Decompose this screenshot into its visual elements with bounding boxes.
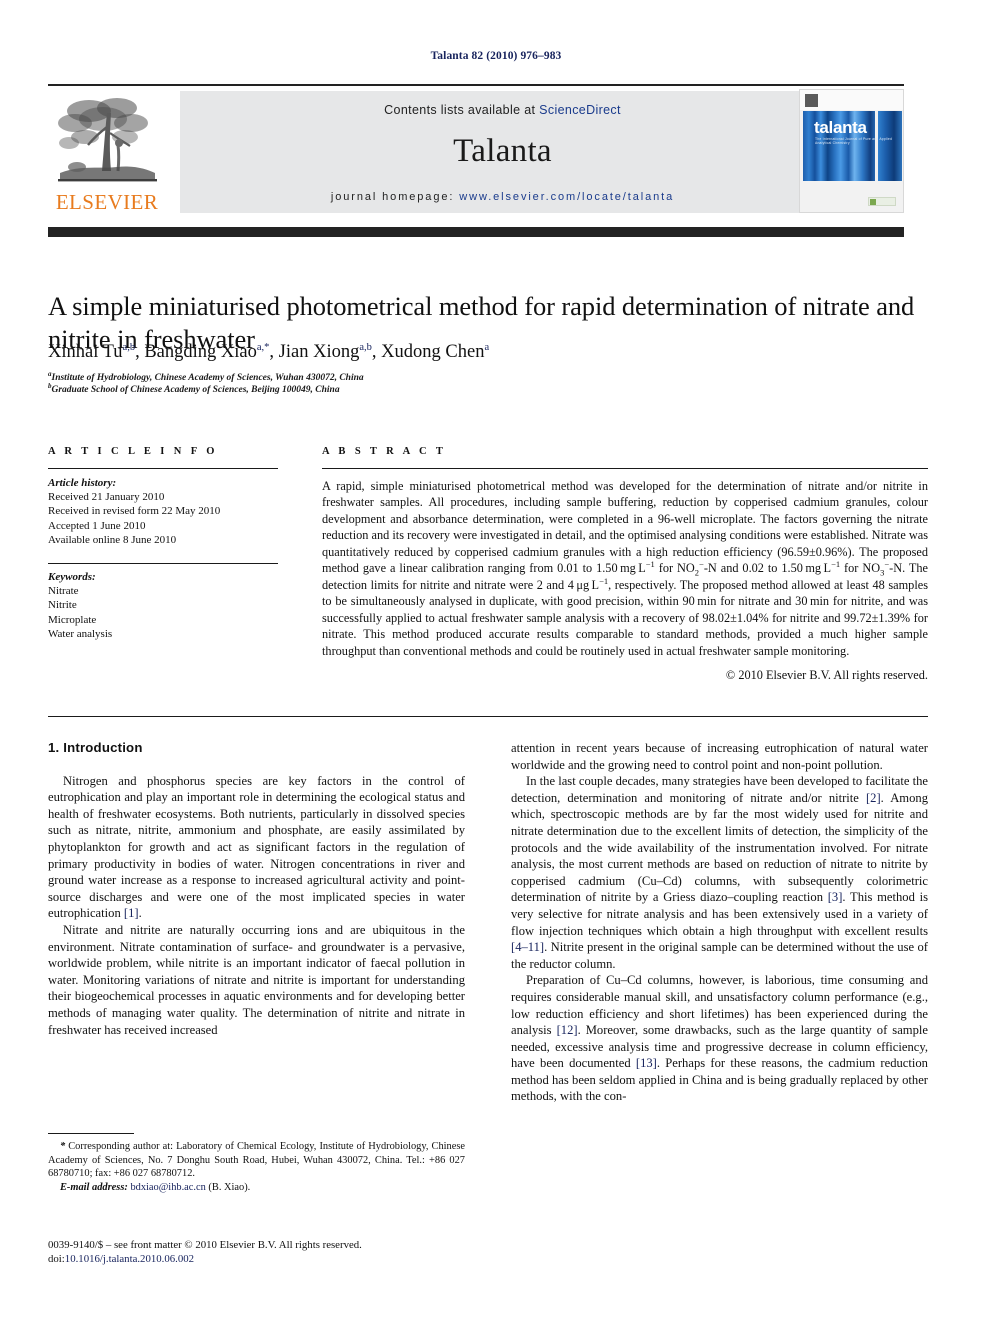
body-paragraph: attention in recent years because of inc… <box>511 741 928 772</box>
history-item: Available online 8 June 2010 <box>48 533 177 546</box>
doi-label: doi: <box>48 1253 65 1266</box>
affiliations: aInstitute of Hydrobiology, Chinese Acad… <box>48 370 928 397</box>
keywords-rule <box>48 563 278 565</box>
history-item: Received in revised form 22 May 2010 <box>48 505 221 518</box>
footnote-block: * Corresponding author at: Laboratory of… <box>48 1140 465 1194</box>
article-history-label: Article history: <box>48 477 117 489</box>
abstract-rule <box>322 468 928 469</box>
keyword-item: Microplate <box>48 613 97 626</box>
keywords-block: Keywords: Nitrate Nitrite Microplate Wat… <box>48 563 278 641</box>
article-info-heading: A R T I C L E I N F O <box>48 446 218 457</box>
cover-subtitle: The International Journal of Pure and Ap… <box>815 137 893 145</box>
journal-article-page: Talanta 82 (2010) 976–983 ELSEVIER Conte… <box>0 0 992 1323</box>
email-note: E-mail address: bdxiao@ihb.ac.cn (B. Xia… <box>48 1181 465 1195</box>
article-history-block: Article history: Received 21 January 201… <box>48 476 278 547</box>
running-head: Talanta 82 (2010) 976–983 <box>430 50 562 62</box>
journal-homepage-line: journal homepage: www.elsevier.com/locat… <box>180 191 825 203</box>
abstract-copyright: © 2010 Elsevier B.V. All rights reserved… <box>725 667 928 682</box>
issn-line: 0039-9140/$ – see front matter © 2010 El… <box>48 1239 362 1251</box>
email-label: E-mail address: <box>60 1181 128 1193</box>
body-column-left: 1. Introduction Nitrogen and phosphorus … <box>48 740 465 1038</box>
cover-title: talanta <box>814 118 867 137</box>
journal-cover-thumbnail[interactable]: talanta The International Journal of Pur… <box>799 89 904 213</box>
abstract-column: A B S T R A C T A rapid, simple miniatur… <box>322 446 928 683</box>
keywords-label: Keywords: <box>48 571 96 584</box>
homepage-url-link[interactable]: www.elsevier.com/locate/talanta <box>459 191 674 203</box>
abstract-bottom-rule <box>48 716 928 717</box>
cover-badge-icon <box>868 197 896 206</box>
article-info-column: A R T I C L E I N F O Article history: R… <box>48 446 278 641</box>
elsevier-logo[interactable]: ELSEVIER <box>48 91 166 213</box>
header-bottom-band <box>48 227 904 237</box>
imprint-block: 0039-9140/$ – see front matter © 2010 El… <box>48 1238 488 1267</box>
body-column-right: attention in recent years because of inc… <box>511 740 928 1105</box>
author-list: Xinhai Tua,b, Bangding Xiaoa,*, Jian Xio… <box>48 341 490 362</box>
sciencedirect-link[interactable]: ScienceDirect <box>539 103 621 117</box>
history-item: Received 21 January 2010 <box>48 491 165 504</box>
affiliation-text-a: Institute of Hydrobiology, Chinese Acade… <box>51 373 364 383</box>
keyword-item: Water analysis <box>48 627 113 640</box>
elsevier-mark-icon <box>805 94 818 107</box>
abstract-heading: A B S T R A C T <box>322 446 447 457</box>
elsevier-wordmark: ELSEVIER <box>55 190 159 214</box>
header-top-rule <box>48 84 904 86</box>
journal-header: ELSEVIER Contents lists available at Sci… <box>48 89 904 214</box>
affiliation-text-b: Graduate School of Chinese Academy of Sc… <box>51 385 340 396</box>
footnote-rule <box>48 1133 134 1134</box>
email-suffix: (B. Xiao). <box>208 1181 251 1193</box>
doi-line: doi:10.1016/j.talanta.2010.06.002 <box>48 1252 488 1266</box>
section-heading-introduction: 1. Introduction <box>48 740 143 755</box>
email-link[interactable]: bdxiao@ihb.ac.cn <box>130 1182 205 1193</box>
contents-prefix: Contents lists available at <box>384 103 540 117</box>
affiliation-b: bGraduate School of Chinese Academy of S… <box>48 383 928 396</box>
contents-available-line: Contents lists available at ScienceDirec… <box>180 103 825 117</box>
homepage-prefix: journal homepage: <box>330 191 460 203</box>
doi-link[interactable]: 10.1016/j.talanta.2010.06.002 <box>65 1253 194 1265</box>
body-paragraph: Preparation of Cu–Cd columns, however, i… <box>511 973 928 1104</box>
corresponding-author-note: * Corresponding author at: Laboratory of… <box>48 1141 465 1180</box>
keyword-item: Nitrite <box>48 599 77 612</box>
history-item: Accepted 1 June 2010 <box>48 519 146 532</box>
body-paragraph: In the last couple decades, many strateg… <box>511 774 928 971</box>
keyword-item: Nitrate <box>48 585 79 598</box>
journal-title: Talanta <box>453 133 552 169</box>
affiliation-a: aInstitute of Hydrobiology, Chinese Acad… <box>48 370 928 384</box>
journal-banner: Contents lists available at ScienceDirec… <box>180 91 825 213</box>
article-info-rule <box>48 468 278 469</box>
body-paragraph: Nitrogen and phosphorus species are key … <box>48 773 465 921</box>
elsevier-tree-icon <box>57 98 157 182</box>
abstract-text: A rapid, simple miniaturised photometric… <box>322 479 929 658</box>
body-paragraph: Nitrate and nitrite are naturally occurr… <box>48 922 465 1037</box>
